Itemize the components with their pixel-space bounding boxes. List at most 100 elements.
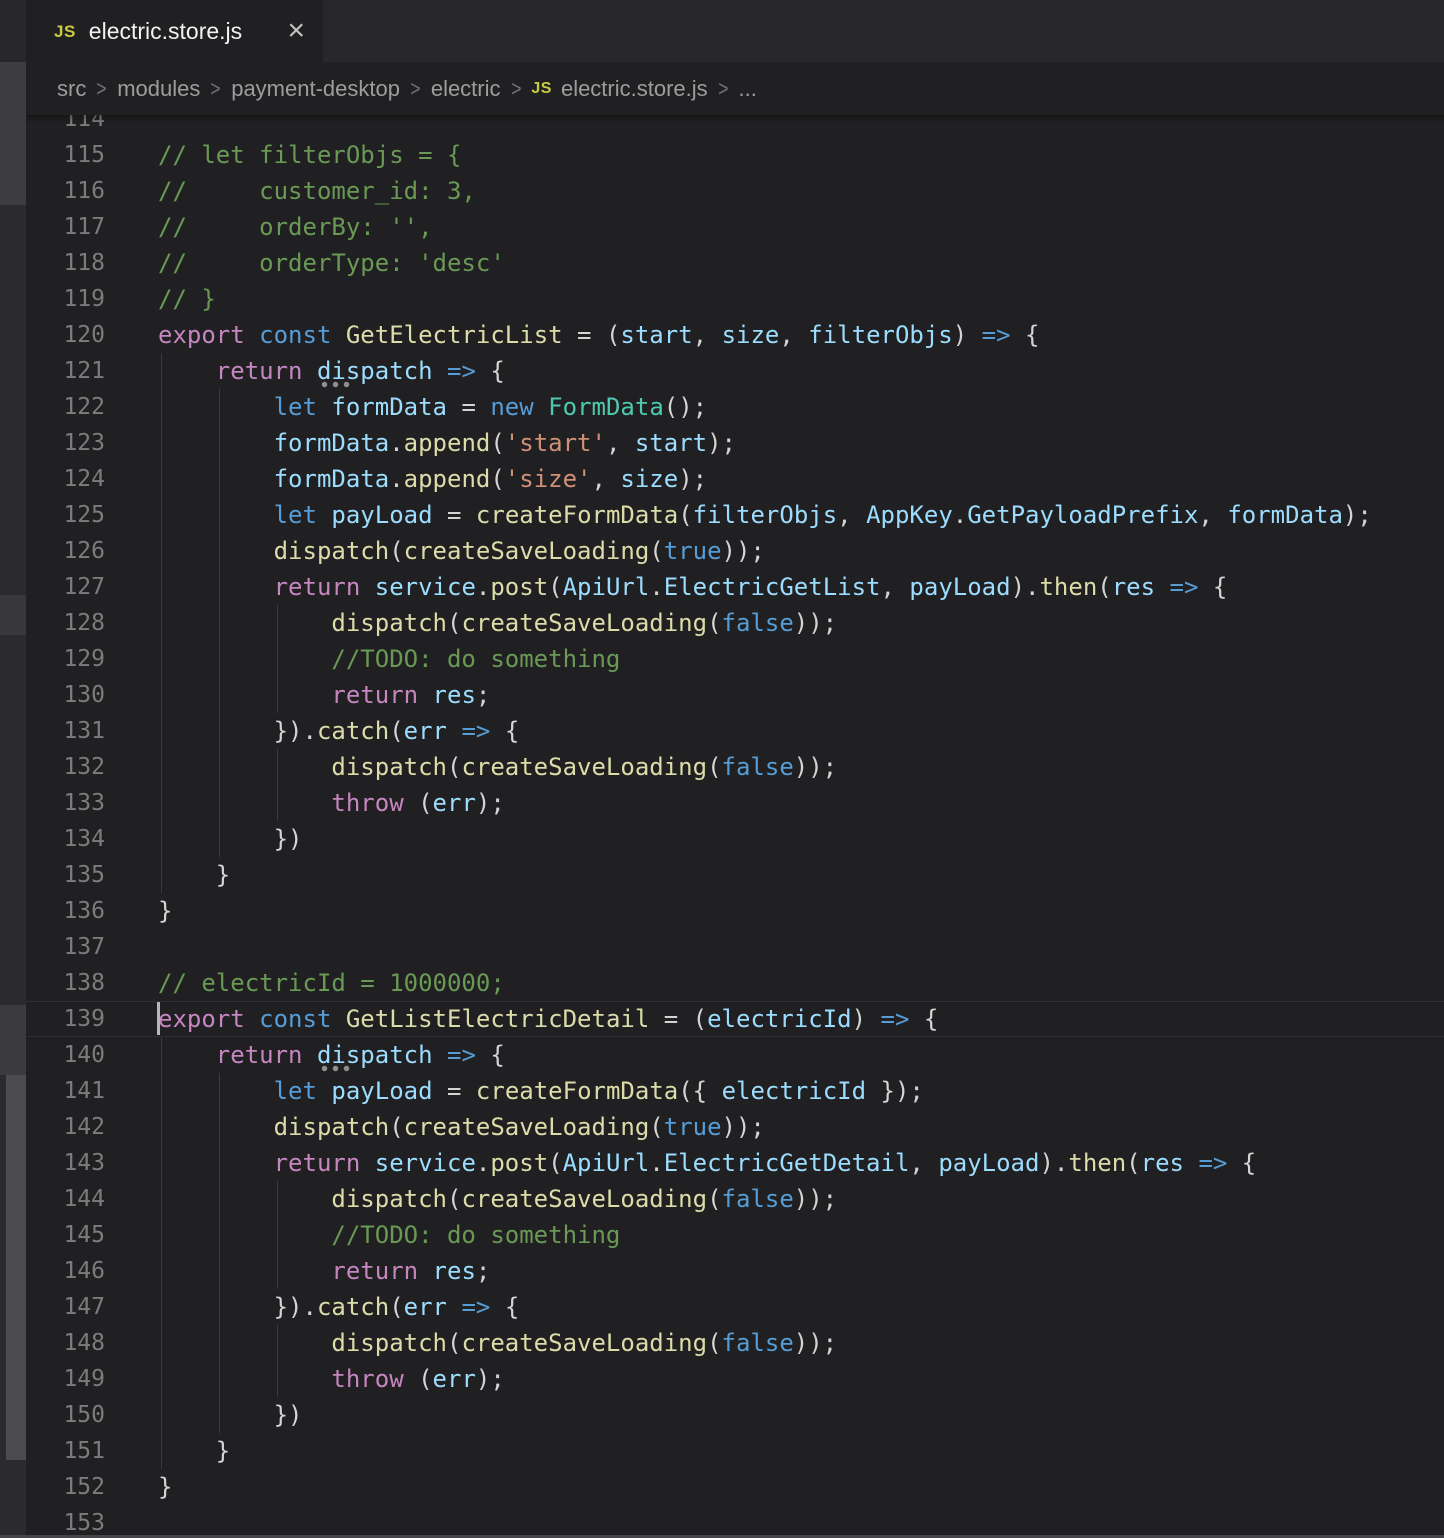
line-number[interactable]: 148 [26,1325,105,1361]
breadcrumb-item-electric-store-js[interactable]: electric.store.js [561,76,708,102]
code-text: formData.append('start', start); [158,425,736,461]
code-text: return service.post(ApiUrl.ElectricGetLi… [158,569,1227,605]
code-line[interactable]: 132 dispatch(createSaveLoading(false)); [26,749,1444,785]
code-line[interactable]: 122 let formData = new FormData(); [26,389,1444,425]
line-number[interactable]: 117 [26,209,105,245]
code-line[interactable]: 130 return res; [26,677,1444,713]
line-number[interactable]: 114 [26,115,105,137]
tab-electric-store-js[interactable]: JS electric.store.js × [26,0,323,62]
code-editor[interactable]: 114115// let filterObjs = {116// custome… [26,115,1444,1538]
code-line[interactable]: 151 } [26,1433,1444,1469]
code-text: dispatch(createSaveLoading(false)); [158,1181,837,1217]
code-line[interactable]: 144 dispatch(createSaveLoading(false)); [26,1181,1444,1217]
code-line[interactable]: 141 let payLoad = createFormData({ elect… [26,1073,1444,1109]
line-number[interactable]: 121 [26,353,105,389]
breadcrumb-item-modules[interactable]: modules [117,76,200,102]
code-line[interactable]: 136} [26,893,1444,929]
code-line[interactable]: 146 return res; [26,1253,1444,1289]
scrollbar-thumb[interactable] [6,1075,26,1460]
line-number[interactable]: 127 [26,569,105,605]
code-line[interactable]: 134 }) [26,821,1444,857]
code-line[interactable]: 131 }).catch(err => { [26,713,1444,749]
code-line[interactable]: 124 formData.append('size', size); [26,461,1444,497]
close-icon[interactable]: × [287,16,305,46]
code-line[interactable]: 128 dispatch(createSaveLoading(false)); [26,605,1444,641]
line-number[interactable]: 134 [26,821,105,857]
line-number[interactable]: 141 [26,1073,105,1109]
line-number[interactable]: 116 [26,173,105,209]
code-line[interactable]: 126 dispatch(createSaveLoading(true)); [26,533,1444,569]
code-line[interactable]: 116// customer_id: 3, [26,173,1444,209]
breadcrumb-item-payment-desktop[interactable]: payment-desktop [231,76,400,102]
code-line[interactable]: 121 return dispatch => { [26,353,1444,389]
chevron-right-icon: > [211,76,221,102]
line-number[interactable]: 128 [26,605,105,641]
line-number[interactable]: 123 [26,425,105,461]
code-line[interactable]: 119// } [26,281,1444,317]
code-text: let formData = new FormData(); [158,389,707,425]
code-line[interactable]: 139export const GetListElectricDetail = … [26,1001,1444,1037]
line-number[interactable]: 146 [26,1253,105,1289]
line-number[interactable]: 140 [26,1037,105,1073]
line-number[interactable]: 139 [26,1001,105,1037]
code-line[interactable]: 125 let payLoad = createFormData(filterO… [26,497,1444,533]
line-number[interactable]: 145 [26,1217,105,1253]
line-number[interactable]: 144 [26,1181,105,1217]
code-line[interactable]: 149 throw (err); [26,1361,1444,1397]
code-line[interactable]: 140 return dispatch => { [26,1037,1444,1073]
line-number[interactable]: 131 [26,713,105,749]
line-number[interactable]: 143 [26,1145,105,1181]
line-number[interactable]: 152 [26,1469,105,1505]
line-number[interactable]: 130 [26,677,105,713]
code-line[interactable]: 118 // orderType: 'desc' [26,245,1444,281]
breadcrumb-item--[interactable]: ... [739,76,757,102]
code-line[interactable]: 137 [26,929,1444,965]
line-number[interactable]: 124 [26,461,105,497]
line-number[interactable]: 133 [26,785,105,821]
line-number[interactable]: 118 [26,245,105,281]
line-number[interactable]: 119 [26,281,105,317]
code-line[interactable]: 152} [26,1469,1444,1505]
code-line[interactable]: 115// let filterObjs = { [26,137,1444,173]
code-text: export const GetElectricList = (start, s… [158,317,1039,353]
code-text: return service.post(ApiUrl.ElectricGetDe… [158,1145,1256,1181]
line-number[interactable]: 135 [26,857,105,893]
line-number[interactable]: 151 [26,1433,105,1469]
breadcrumb-item-src[interactable]: src [57,76,86,102]
code-line[interactable]: 135 } [26,857,1444,893]
code-line[interactable]: 114 [26,115,1444,137]
line-number[interactable]: 129 [26,641,105,677]
breadcrumb-item-electric[interactable]: electric [431,76,501,102]
line-number[interactable]: 138 [26,965,105,1001]
code-line[interactable]: 133 throw (err); [26,785,1444,821]
code-line[interactable]: 129 //TODO: do something [26,641,1444,677]
code-line[interactable]: 123 formData.append('start', start); [26,425,1444,461]
line-number[interactable]: 142 [26,1109,105,1145]
line-number[interactable]: 132 [26,749,105,785]
line-number[interactable]: 120 [26,317,105,353]
code-text: let payLoad = createFormData(filterObjs,… [158,497,1372,533]
line-number[interactable]: 150 [26,1397,105,1433]
line-number[interactable]: 115 [26,137,105,173]
code-line[interactable]: 153 [26,1505,1444,1538]
code-line[interactable]: 143 return service.post(ApiUrl.ElectricG… [26,1145,1444,1181]
code-line[interactable]: 145 //TODO: do something [26,1217,1444,1253]
line-number[interactable]: 149 [26,1361,105,1397]
code-line[interactable]: 138// electricId = 1000000; [26,965,1444,1001]
code-text: // orderType: 'desc' [158,245,505,281]
line-number[interactable]: 126 [26,533,105,569]
line-number[interactable]: 147 [26,1289,105,1325]
code-line[interactable]: 147 }).catch(err => { [26,1289,1444,1325]
line-number[interactable]: 153 [26,1505,105,1538]
code-line[interactable]: 150 }) [26,1397,1444,1433]
code-line[interactable]: 120 export const GetElectricList = (start… [26,317,1444,353]
line-number[interactable]: 125 [26,497,105,533]
code-line[interactable]: 148 dispatch(createSaveLoading(false)); [26,1325,1444,1361]
code-line[interactable]: 142 dispatch(createSaveLoading(true)); [26,1109,1444,1145]
sidebar-sliver-block [0,595,26,635]
code-line[interactable]: 127 return service.post(ApiUrl.ElectricG… [26,569,1444,605]
line-number[interactable]: 122 [26,389,105,425]
line-number[interactable]: 137 [26,929,105,965]
line-number[interactable]: 136 [26,893,105,929]
code-line[interactable]: 117// orderBy: '', [26,209,1444,245]
